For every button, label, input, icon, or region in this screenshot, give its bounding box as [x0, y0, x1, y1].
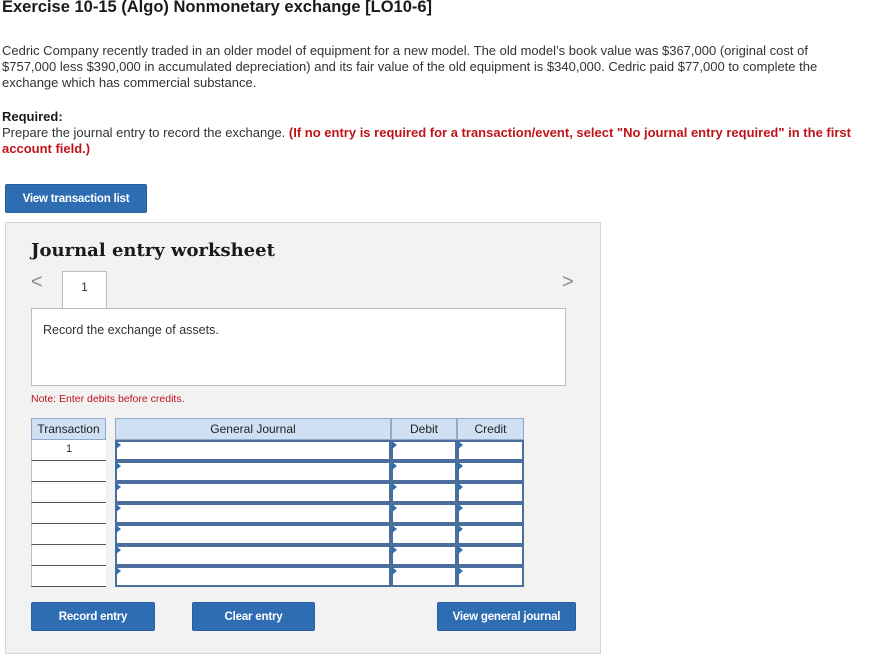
debit-input[interactable] — [391, 566, 457, 587]
entry-description-box: Record the exchange of assets. — [31, 308, 566, 386]
credit-input[interactable] — [457, 440, 524, 461]
column-header-general-journal: General Journal — [115, 418, 391, 440]
dropdown-marker-icon — [116, 525, 121, 533]
view-transaction-list-button[interactable]: View transaction list — [5, 184, 147, 213]
dropdown-marker-icon — [392, 546, 397, 554]
credit-input[interactable] — [457, 524, 524, 545]
debits-note: Note: Enter debits before credits. — [31, 393, 185, 405]
account-input[interactable] — [115, 482, 391, 503]
prev-arrow-icon[interactable]: < — [31, 271, 43, 294]
journal-entry-worksheet: Journal entry worksheet < 1 > Record the… — [5, 222, 601, 654]
dropdown-marker-icon — [392, 525, 397, 533]
debit-input[interactable] — [391, 545, 457, 566]
dropdown-marker-icon — [392, 462, 397, 470]
dropdown-marker-icon — [116, 441, 121, 449]
account-input[interactable] — [115, 440, 391, 461]
clear-entry-button[interactable]: Clear entry — [192, 602, 315, 631]
debit-input[interactable] — [391, 482, 457, 503]
column-header-credit: Credit — [457, 418, 524, 440]
transaction-number — [31, 461, 106, 482]
credit-input[interactable] — [457, 545, 524, 566]
transaction-number — [31, 482, 106, 503]
transaction-number — [31, 503, 106, 524]
dropdown-marker-icon — [392, 441, 397, 449]
debit-input[interactable] — [391, 524, 457, 545]
dropdown-marker-icon — [116, 462, 121, 470]
problem-text: Cedric Company recently traded in an old… — [2, 43, 818, 90]
credit-input[interactable] — [457, 482, 524, 503]
worksheet-title: Journal entry worksheet — [31, 240, 275, 261]
account-input[interactable] — [115, 545, 391, 566]
dropdown-marker-icon — [116, 483, 121, 491]
exercise-title: Exercise 10-15 (Algo) Nonmonetary exchan… — [2, 0, 433, 16]
entry-description: Record the exchange of assets. — [43, 323, 219, 337]
account-input[interactable] — [115, 503, 391, 524]
dropdown-marker-icon — [458, 546, 463, 554]
dropdown-marker-icon — [458, 504, 463, 512]
dropdown-marker-icon — [392, 567, 397, 575]
dropdown-marker-icon — [458, 567, 463, 575]
instruction-text: Prepare the journal entry to record the … — [2, 125, 286, 140]
view-general-journal-button[interactable]: View general journal — [437, 602, 576, 631]
transaction-number — [31, 566, 106, 587]
worksheet-tab-1[interactable]: 1 — [62, 271, 107, 309]
dropdown-marker-icon — [116, 567, 121, 575]
transaction-number — [31, 545, 106, 566]
credit-input[interactable] — [457, 503, 524, 524]
transaction-number: 1 — [31, 440, 106, 461]
debit-input[interactable] — [391, 503, 457, 524]
dropdown-marker-icon — [392, 483, 397, 491]
next-arrow-icon[interactable]: > — [562, 271, 574, 294]
instructions: Prepare the journal entry to record the … — [2, 125, 852, 157]
debit-input[interactable] — [391, 440, 457, 461]
debit-input[interactable] — [391, 461, 457, 482]
dropdown-marker-icon — [116, 504, 121, 512]
required-label: Required: — [2, 109, 63, 124]
dropdown-marker-icon — [392, 504, 397, 512]
record-entry-button[interactable]: Record entry — [31, 602, 155, 631]
dropdown-marker-icon — [116, 546, 121, 554]
account-input[interactable] — [115, 524, 391, 545]
credit-input[interactable] — [457, 461, 524, 482]
dropdown-marker-icon — [458, 525, 463, 533]
credit-input[interactable] — [457, 566, 524, 587]
transaction-number — [31, 524, 106, 545]
column-header-debit: Debit — [391, 418, 457, 440]
column-header-transaction: Transaction — [31, 418, 106, 440]
account-input[interactable] — [115, 566, 391, 587]
dropdown-marker-icon — [458, 483, 463, 491]
dropdown-marker-icon — [458, 462, 463, 470]
account-input[interactable] — [115, 461, 391, 482]
dropdown-marker-icon — [458, 441, 463, 449]
